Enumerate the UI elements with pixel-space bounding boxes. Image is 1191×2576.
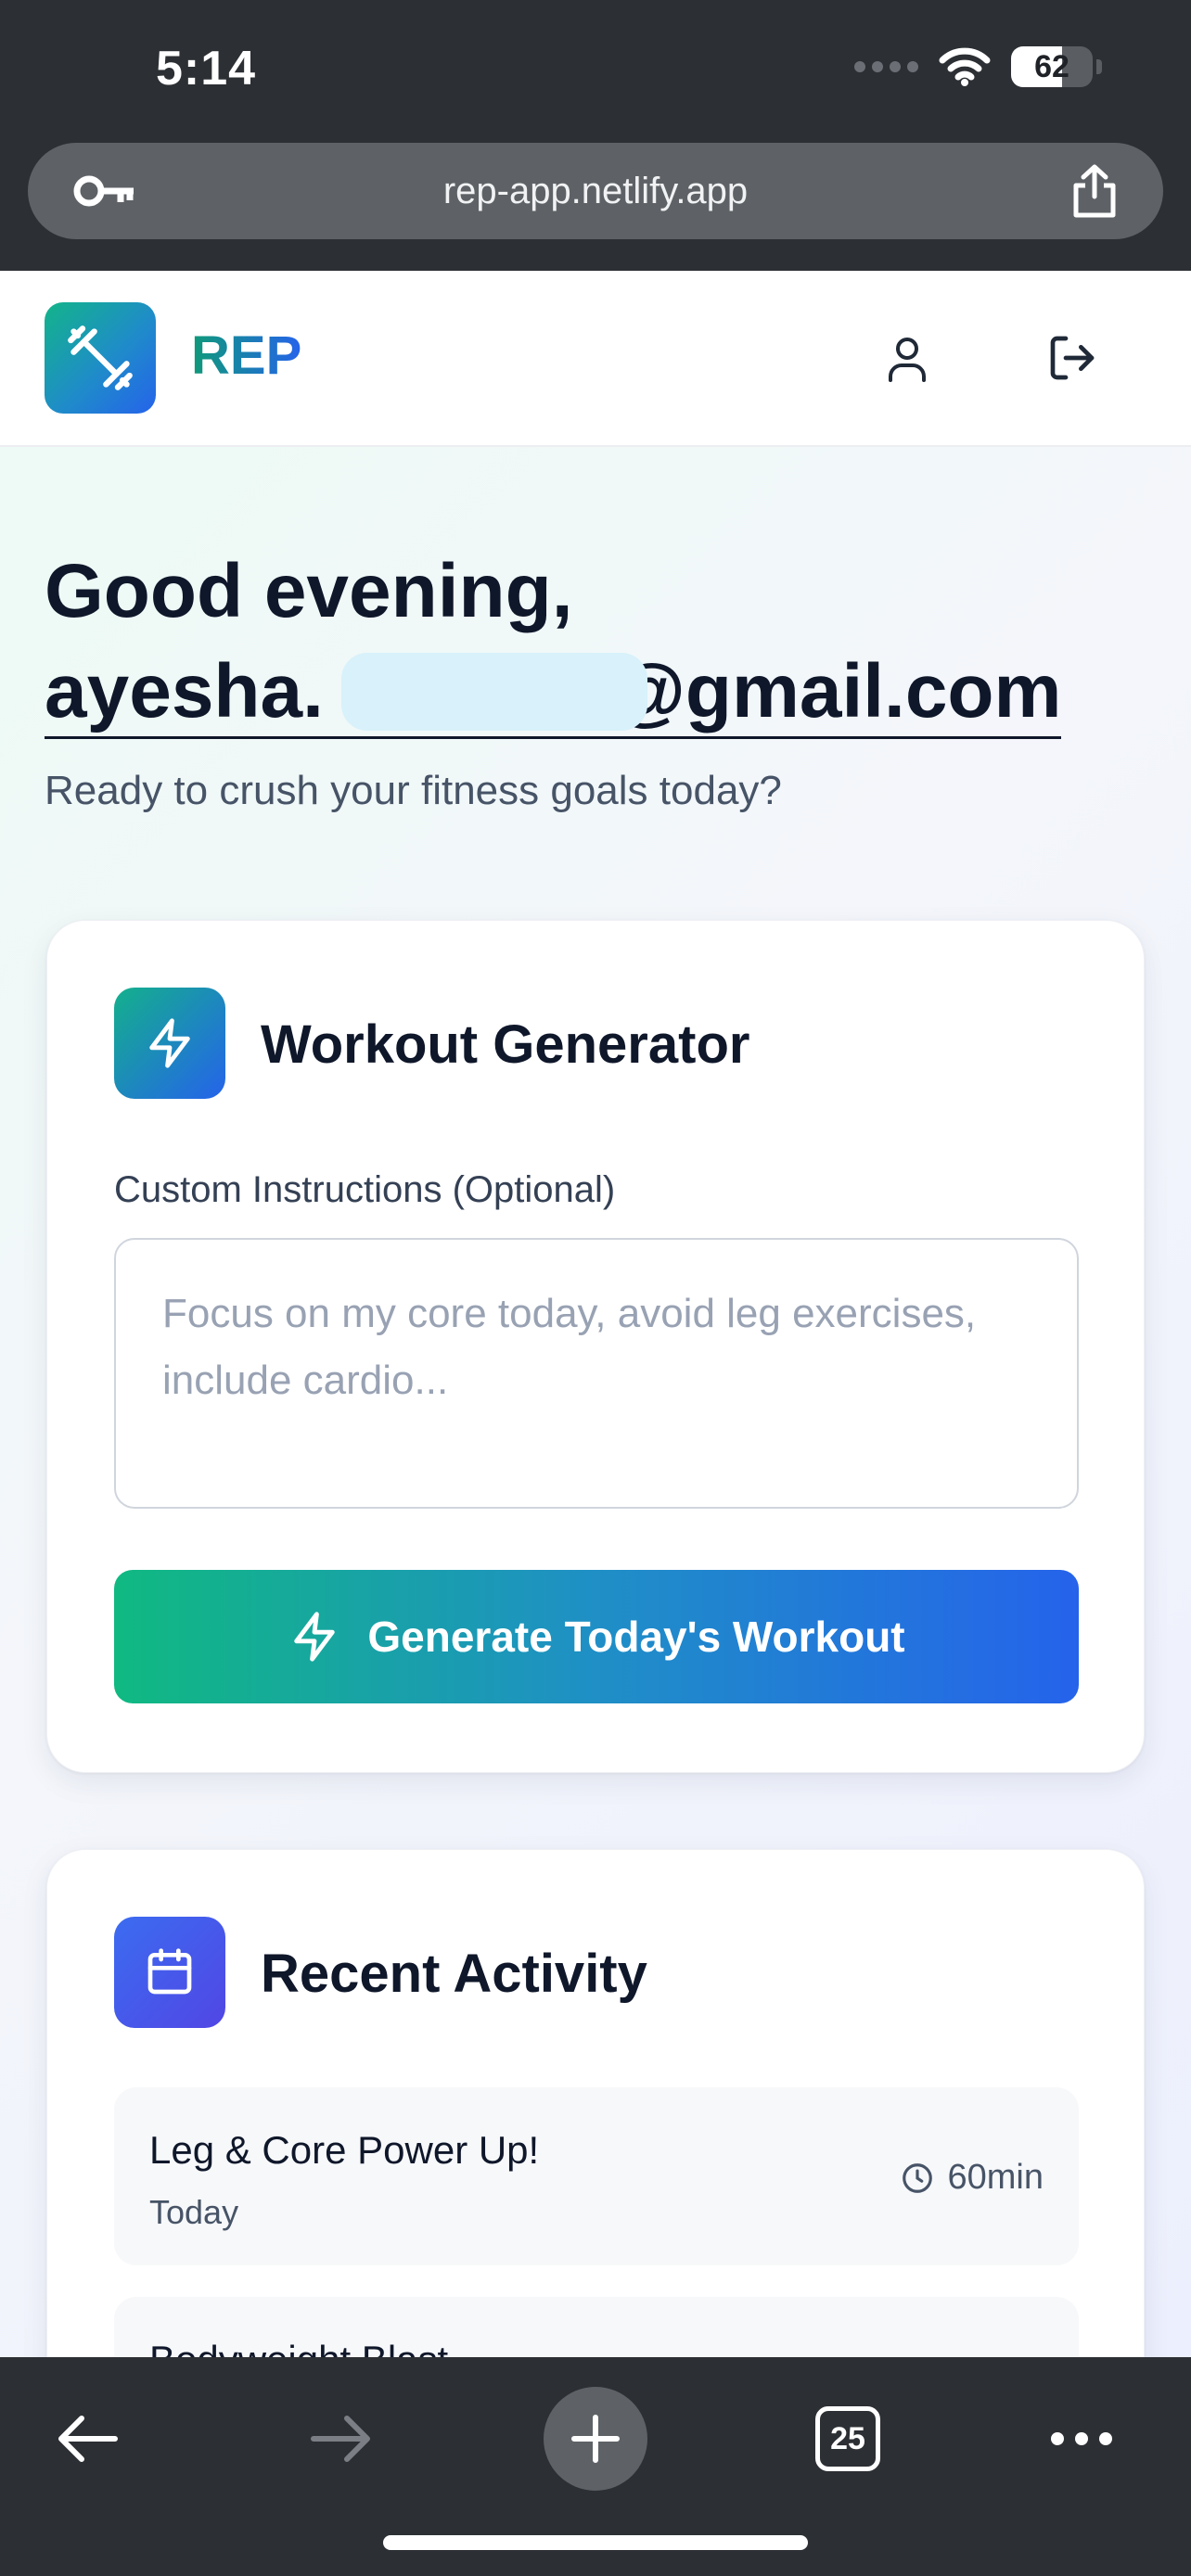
activity-item-duration: 60min	[900, 2158, 1044, 2198]
activity-item-title: Bodyweight Blast	[149, 2338, 448, 2357]
activity-item[interactable]: Leg & Core Power Up! Today 60min	[114, 2087, 1079, 2265]
activity-item-date: Today	[149, 2193, 239, 2231]
redaction-mask	[341, 653, 647, 731]
generate-workout-button[interactable]: Generate Today's Workout	[114, 1570, 1079, 1703]
greeting-subtitle: Ready to crush your fitness goals today?	[45, 768, 782, 813]
email-start: ayesha.	[45, 649, 324, 733]
new-tab-button[interactable]	[544, 2387, 647, 2491]
lightning-icon	[149, 1018, 190, 1068]
greeting-line: Good evening,	[45, 549, 573, 633]
tabs-icon: 25	[815, 2406, 880, 2471]
url-text[interactable]: rep-app.netlify.app	[28, 143, 1163, 239]
web-page: REP Good evening, ayesha. @gmail.com Read…	[0, 271, 1191, 2357]
home-indicator[interactable]	[383, 2535, 808, 2550]
profile-button[interactable]	[877, 328, 937, 388]
activity-title: Recent Activity	[261, 1944, 647, 2004]
battery-level: 62	[1034, 48, 1069, 84]
activity-item-title: Leg & Core Power Up!	[149, 2128, 540, 2172]
forward-arrow-icon	[311, 2416, 370, 2462]
brand-name[interactable]: REP	[191, 325, 301, 387]
generate-button-label: Generate Today's Workout	[367, 1613, 905, 1661]
user-email: ayesha. @gmail.com	[45, 647, 1062, 739]
back-arrow-icon	[58, 2416, 118, 2462]
logout-button[interactable]	[1043, 328, 1102, 388]
dumbbell-icon	[68, 325, 133, 390]
share-icon[interactable]	[1069, 163, 1121, 219]
forward-button[interactable]	[295, 2392, 388, 2485]
generator-icon-badge	[114, 988, 225, 1099]
battery-icon: 62	[1011, 46, 1093, 87]
plus-icon	[571, 2415, 620, 2463]
more-button[interactable]	[1035, 2392, 1128, 2485]
email-end: @gmail.com	[610, 649, 1062, 733]
generator-title: Workout Generator	[261, 1014, 750, 1075]
clock-icon	[902, 2162, 932, 2193]
recent-activity-card: Recent Activity Leg & Core Power Up! Tod…	[46, 1849, 1145, 2357]
activity-item[interactable]: Bodyweight Blast	[114, 2297, 1079, 2357]
app-header: REP	[0, 271, 1191, 447]
signal-dots-icon	[854, 61, 918, 72]
calendar-icon	[147, 1948, 192, 1995]
activity-icon-badge	[114, 1917, 225, 2028]
instructions-input[interactable]	[114, 1238, 1079, 1509]
lightning-icon	[294, 1612, 336, 1662]
status-time: 5:14	[156, 42, 257, 96]
wifi-icon	[939, 47, 991, 86]
workout-generator-card: Workout Generator Custom Instructions (O…	[46, 920, 1145, 1773]
logout-icon	[1050, 336, 1095, 380]
tabs-button[interactable]: 25	[801, 2392, 894, 2485]
logo[interactable]	[45, 302, 156, 414]
instructions-label: Custom Instructions (Optional)	[114, 1169, 616, 1210]
user-icon	[889, 338, 926, 382]
back-button[interactable]	[41, 2392, 134, 2485]
address-bar[interactable]: rep-app.netlify.app	[28, 143, 1163, 239]
browser-top-bar: 5:14 62 rep-app.netlify.app	[0, 0, 1191, 271]
greeting-heading: Good evening, ayesha. @gmail.com	[45, 542, 1158, 742]
more-icon	[1051, 2432, 1112, 2445]
status-icons: 62	[854, 46, 1102, 87]
